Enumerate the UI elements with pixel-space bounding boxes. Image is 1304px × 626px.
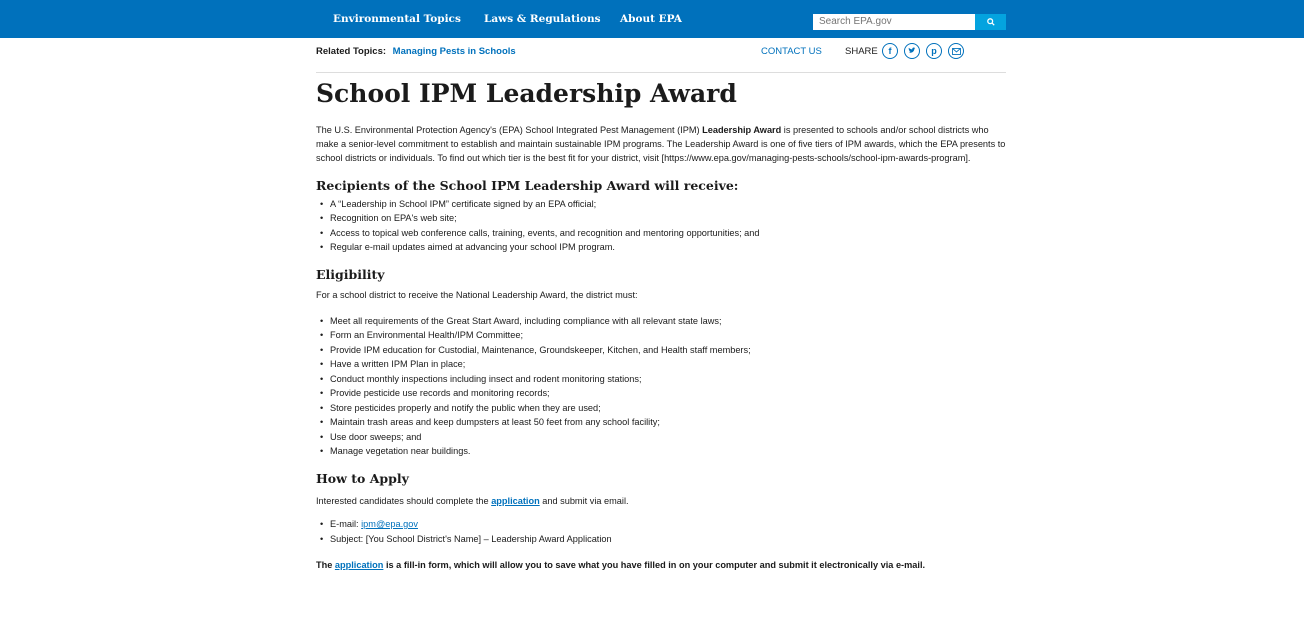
share-label: SHARE <box>845 46 878 57</box>
list-item: Store pesticides properly and notify the… <box>320 401 1006 416</box>
list-item: Conduct monthly inspections including in… <box>320 372 1006 387</box>
list-item: Meet all requirements of the Great Start… <box>320 314 1006 329</box>
facebook-icon[interactable]: f <box>882 43 898 59</box>
recipients-list: A “Leadership in School IPM” certificate… <box>316 197 1006 255</box>
pinterest-icon[interactable]: p <box>926 43 942 59</box>
search-icon <box>986 18 995 26</box>
apply-text-start: Interested candidates should complete th… <box>316 495 492 506</box>
list-item: Have a written IPM Plan in place; <box>320 357 1006 372</box>
email-icon[interactable] <box>948 43 964 59</box>
header-divider <box>316 72 1006 73</box>
list-item: A “Leadership in School IPM” certificate… <box>320 197 1006 212</box>
nav-about-epa[interactable]: About EPA <box>620 0 682 38</box>
nav-laws-regulations[interactable]: Laws & Regulations <box>484 0 601 38</box>
main-content: School IPM Leadership Award The U.S. Env… <box>316 74 1006 572</box>
list-item: Form an Environmental Health/IPM Committ… <box>320 328 1006 343</box>
application-link-2[interactable]: application <box>335 560 384 570</box>
eligibility-heading: Eligibility <box>316 266 385 282</box>
eligibility-intro: For a school district to receive the Nat… <box>316 289 638 300</box>
recipients-heading: Recipients of the School IPM Leadership … <box>316 177 739 193</box>
list-item: Provide IPM education for Custodial, Mai… <box>320 343 1006 358</box>
list-item: Regular e-mail updates aimed at advancin… <box>320 240 1006 255</box>
final-text-end: is a fill-in form, which will allow you … <box>383 560 926 571</box>
apply-paragraph: Interested candidates should complete th… <box>316 494 1006 508</box>
list-item: Maintain trash areas and keep dumpsters … <box>320 415 1006 430</box>
search-input[interactable] <box>813 14 975 30</box>
email-link[interactable]: ipm@epa.gov <box>361 519 418 529</box>
intro-paragraph: The U.S. Environmental Protection Agency… <box>316 123 1006 166</box>
final-text-start: The <box>316 560 335 571</box>
page-title: School IPM Leadership Award <box>316 79 737 108</box>
application-link[interactable]: application <box>491 496 540 506</box>
contact-us-link[interactable]: CONTACT US <box>761 46 822 57</box>
related-topics-label: Related Topics: <box>316 46 387 57</box>
email-label: E-mail: <box>330 519 362 530</box>
related-topics: Related Topics: Managing Pests in School… <box>316 46 516 57</box>
intro-text-start: The U.S. Environmental Protection Agency… <box>316 125 703 135</box>
list-item: Subject: [You School District's Name] – … <box>320 532 1006 547</box>
twitter-icon[interactable] <box>904 43 920 59</box>
list-item: Use door sweeps; and <box>320 430 1006 445</box>
list-item: Recognition on EPA's web site; <box>320 211 1006 226</box>
intro-bold: Leadership Award <box>702 125 782 135</box>
search-button[interactable] <box>975 14 1006 30</box>
final-paragraph: The application is a fill-in form, which… <box>316 558 1006 572</box>
list-item: Access to topical web conference calls, … <box>320 226 1006 241</box>
nav-environmental-topics[interactable]: Environmental Topics <box>333 0 461 38</box>
list-item: E-mail: ipm@epa.gov <box>320 517 1006 532</box>
related-topic-link[interactable]: Managing Pests in Schools <box>393 46 516 57</box>
list-item: Manage vegetation near buildings. <box>320 444 1006 459</box>
apply-list: E-mail: ipm@epa.gov Subject: [You School… <box>316 517 1006 546</box>
eligibility-list: Meet all requirements of the Great Start… <box>316 314 1006 459</box>
list-item: Provide pesticide use records and monito… <box>320 386 1006 401</box>
how-to-apply-heading: How to Apply <box>316 470 409 486</box>
top-navigation-bar: Environmental Topics Laws & Regulations … <box>0 0 1304 38</box>
apply-text-end: and submit via email. <box>539 495 629 506</box>
